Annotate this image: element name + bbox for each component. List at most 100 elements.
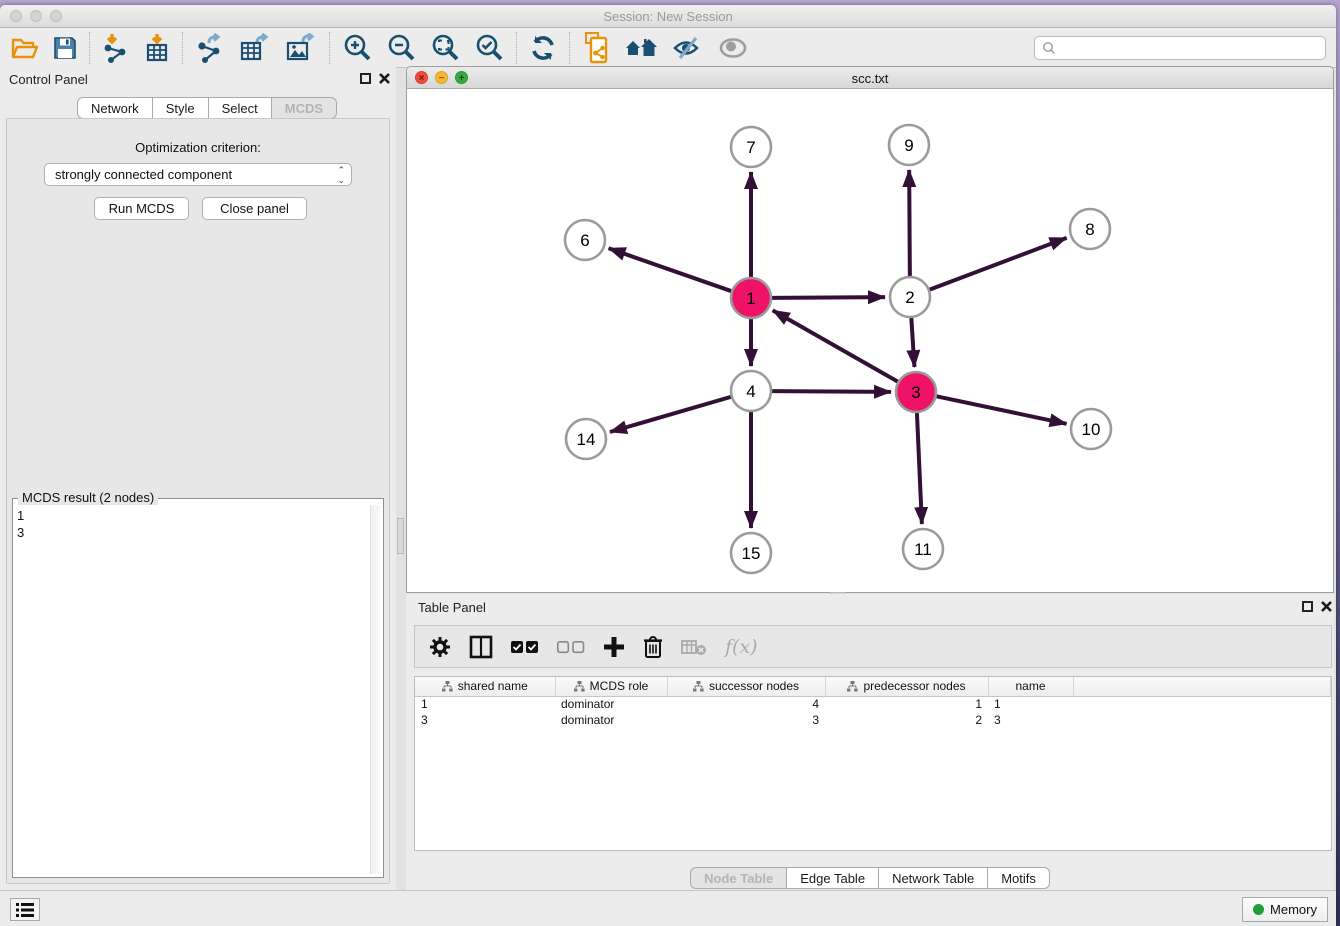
memory-button[interactable]: Memory [1242,897,1328,922]
hide-selected-button[interactable] [665,31,711,65]
graph-node-6[interactable]: 6 [565,220,605,260]
hierarchy-icon [693,681,704,692]
graph-node-9[interactable]: 9 [889,125,929,165]
import-network-button[interactable] [95,31,137,65]
graph-node-8[interactable]: 8 [1070,209,1110,249]
float-table-panel-icon[interactable] [1302,601,1313,612]
graph-node-1[interactable]: 1 [731,278,771,318]
import-table-button[interactable] [137,31,177,65]
network-window-title: scc.txt [407,71,1333,86]
graph-node-14[interactable]: 14 [566,419,606,459]
new-network-from-selection-button[interactable] [575,31,617,65]
zoom-in-button[interactable] [335,31,379,65]
column-header[interactable]: shared name [415,677,555,696]
tab-network-table[interactable]: Network Table [879,867,988,889]
graph-edge-3-1[interactable] [773,310,898,381]
column-header[interactable]: MCDS role [555,677,667,696]
open-session-button[interactable] [4,31,46,65]
select-all-columns-button[interactable] [511,640,539,654]
vertical-splitter-handle[interactable] [397,518,404,554]
graph-node-11[interactable]: 11 [903,529,943,569]
tab-network[interactable]: Network [77,97,153,119]
export-table-button[interactable] [232,31,278,65]
close-table-panel-icon[interactable] [1320,600,1333,613]
delete-column-button[interactable] [643,635,663,659]
toolbar-separator [182,32,183,64]
function-builder-button[interactable]: f(x) [725,636,758,658]
graph-edge-2-8[interactable] [930,238,1067,290]
eye-icon [718,36,748,60]
export-network-button[interactable] [188,31,232,65]
zoom-out-button[interactable] [379,31,423,65]
delete-table-button[interactable] [681,638,707,656]
table-row[interactable]: 3dominator323 [415,712,1331,728]
tab-style[interactable]: Style [153,97,209,119]
svg-text:14: 14 [577,430,596,449]
import-table-icon [144,33,170,63]
column-header-filler [1073,677,1331,696]
first-neighbors-button[interactable] [617,31,665,65]
export-image-button[interactable] [278,31,324,65]
task-history-button[interactable] [10,898,40,921]
criterion-select[interactable]: strongly connected component ⌃⌄ [44,163,352,186]
column-header[interactable]: predecessor nodes [825,677,988,696]
optimization-criterion-label: Optimization criterion: [0,140,396,155]
graph-edge-1-2[interactable] [772,297,885,298]
main-window: Session: New Session [0,5,1336,926]
graph-node-10[interactable]: 10 [1071,409,1111,449]
zoom-in-icon [342,33,372,63]
graph-node-2[interactable]: 2 [890,277,930,317]
criterion-value: strongly connected component [55,167,232,182]
graph-edge-3-11[interactable] [917,413,922,524]
tab-motifs[interactable]: Motifs [988,867,1050,889]
tab-select[interactable]: Select [209,97,272,119]
zoom-fit-button[interactable] [423,31,467,65]
show-columns-button[interactable] [469,635,493,659]
search-field[interactable] [1034,36,1326,60]
graph-node-3[interactable]: 3 [896,372,936,412]
graph-edge-2-3[interactable] [911,318,914,367]
table-row[interactable]: 1dominator411 [415,696,1331,712]
tab-edge-table[interactable]: Edge Table [787,867,879,889]
create-column-button[interactable] [603,636,625,658]
search-icon [1041,40,1057,56]
search-input[interactable] [1057,41,1325,55]
graph-edge-3-10[interactable] [937,396,1067,423]
column-header[interactable]: successor nodes [667,677,825,696]
toolbar-separator [89,32,90,64]
table-panel-tabs: Node Table Edge Table Network Table Moti… [690,867,1050,889]
network-graph: 7 9 6 8 1 2 4 3 14 10 15 11 [407,89,1333,592]
save-session-button[interactable] [46,31,84,65]
eye-slash-icon [672,35,704,61]
node-table-body: 1dominator4113dominator323 [415,696,1331,728]
float-panel-icon[interactable] [360,73,371,84]
graph-node-7[interactable]: 7 [731,127,771,167]
show-all-button[interactable] [711,31,755,65]
run-mcds-button[interactable]: Run MCDS [94,197,189,220]
graph-edge-1-6[interactable] [609,248,732,291]
tab-mcds[interactable]: MCDS [272,97,337,119]
desktop: Session: New Session [0,0,1340,926]
column-header[interactable]: name [988,677,1073,696]
network-canvas[interactable]: 7 9 6 8 1 2 4 3 14 10 15 11 [407,89,1333,592]
graph-edge-2-9[interactable] [909,170,910,276]
graph-node-15[interactable]: 15 [731,533,771,573]
toolbar-separator [329,32,330,64]
network-window-titlebar[interactable]: × − + scc.txt [407,67,1333,89]
unselect-all-columns-button[interactable] [557,640,585,654]
svg-text:4: 4 [746,382,755,401]
zoom-out-icon [386,33,416,63]
graph-node-4[interactable]: 4 [731,371,771,411]
hierarchy-icon [574,681,585,692]
tab-node-table[interactable]: Node Table [690,867,787,889]
graph-edge-4-3[interactable] [772,391,891,392]
close-panel-button[interactable]: Close panel [202,197,307,220]
table-settings-button[interactable] [429,636,451,658]
result-scrollbar[interactable] [370,505,381,874]
svg-text:11: 11 [914,540,932,559]
mcds-result-list[interactable]: 1 3 [17,507,24,541]
refresh-layout-button[interactable] [522,31,564,65]
graph-edge-4-14[interactable] [610,397,731,432]
zoom-selected-button[interactable] [467,31,511,65]
close-panel-icon[interactable] [378,72,391,85]
